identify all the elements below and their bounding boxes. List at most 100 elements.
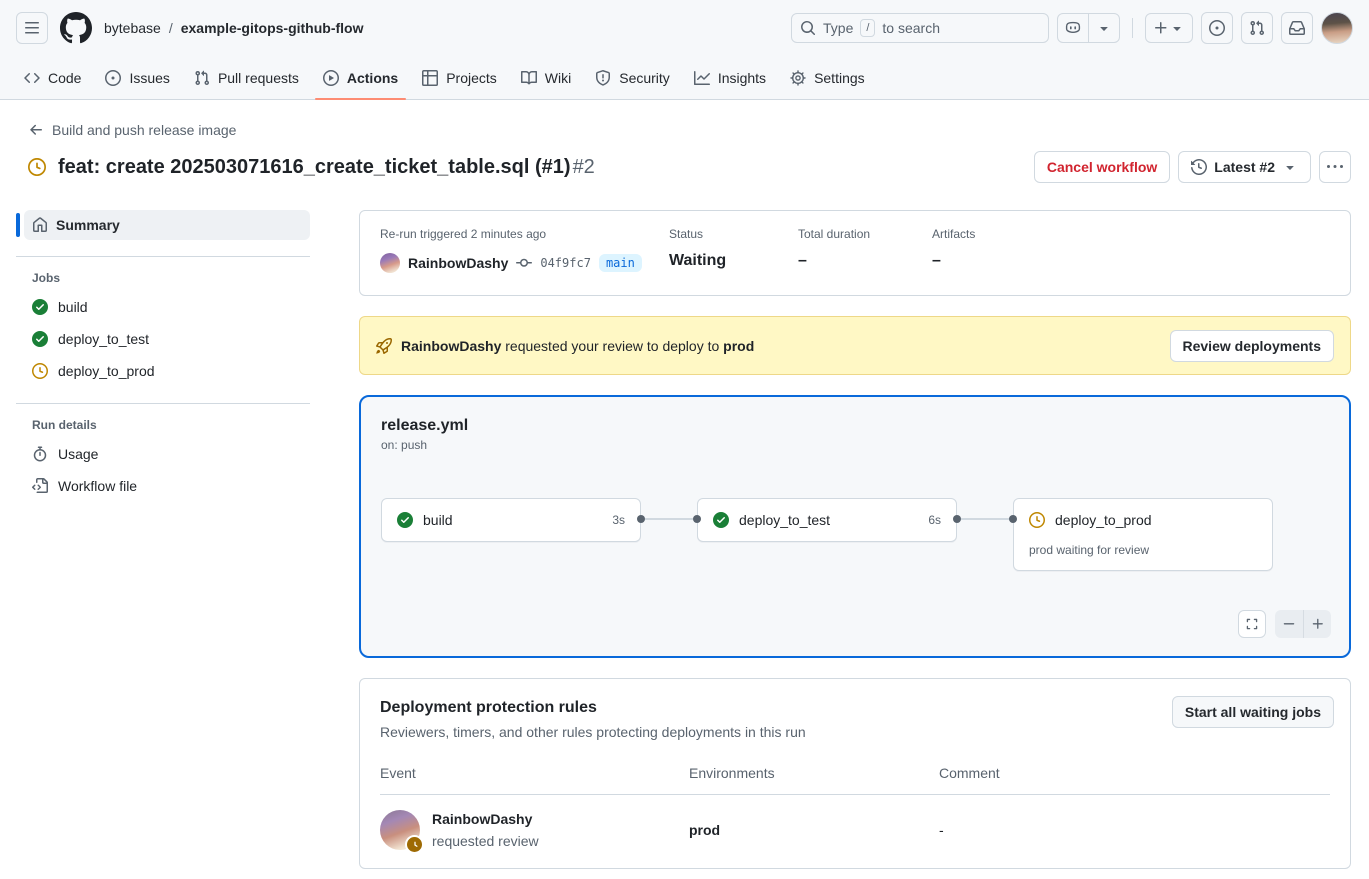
run-details-heading: Run details [16,418,310,432]
screen-full-icon [1245,617,1259,631]
column-header-environments: Environments [689,765,939,781]
notifications-button[interactable] [1281,12,1313,44]
tab-wiki[interactable]: Wiki [513,56,579,100]
environment-cell: prod [689,822,939,838]
tab-security[interactable]: Security [587,56,678,100]
active-indicator-bar [16,213,20,237]
connector-dot [953,515,961,523]
back-link[interactable]: Build and push release image [28,122,236,138]
run-title-group: feat: create 202503071616_create_ticket_… [28,156,595,179]
more-options-button[interactable] [1319,151,1351,183]
tab-code[interactable]: Code [16,56,89,100]
hamburger-menu-button[interactable] [16,12,48,44]
tab-actions[interactable]: Actions [315,56,406,100]
trigger-actor-row: RainbowDashy 04f9fc7 main [380,253,669,273]
user-avatar[interactable] [1321,12,1353,44]
graph-icon [694,70,710,86]
tab-label: Wiki [545,70,571,86]
banner-actor-link[interactable]: RainbowDashy [401,338,501,354]
issue-opened-icon [105,70,121,86]
reviewer-avatar[interactable] [380,810,420,850]
sidebar-item-summary[interactable]: Summary [24,210,310,240]
code-icon [24,70,40,86]
tab-settings[interactable]: Settings [782,56,873,100]
sidebar-item-workflow-file[interactable]: Workflow file [16,470,310,502]
cancel-workflow-button[interactable]: Cancel workflow [1034,151,1170,183]
sidebar-job-deploy-to-test[interactable]: deploy_to_test [16,323,310,355]
success-icon [713,512,729,528]
search-placeholder-prefix: Type [823,20,853,36]
content-layout: Summary Jobs build deploy_to_test deploy… [0,183,1369,869]
latest-run-button[interactable]: Latest #2 [1178,151,1311,183]
run-actions: Cancel workflow Latest #2 [1034,151,1351,183]
shield-icon [595,70,611,86]
connector-line [961,518,1009,520]
actor-avatar[interactable] [380,253,400,273]
success-icon [397,512,413,528]
zoom-out-button[interactable] [1275,610,1303,638]
rocket-icon [376,338,392,354]
sidebar-item-usage[interactable]: Usage [16,438,310,470]
github-logo-icon[interactable] [60,12,92,44]
artifacts-label: Artifacts [932,227,975,241]
zoom-controls [1275,610,1331,638]
tab-insights[interactable]: Insights [686,56,774,100]
zoom-in-button[interactable] [1303,610,1331,638]
branch-badge[interactable]: main [599,254,642,272]
actor-link[interactable]: RainbowDashy [408,255,508,271]
deployment-protection-card: Deployment protection rules Reviewers, t… [359,678,1351,869]
artifacts-value: – [932,252,975,270]
create-new-button[interactable] [1145,13,1193,43]
copilot-split-button [1057,13,1120,43]
graph-node-deploy-to-prod[interactable]: deploy_to_prod prod waiting for review [1013,498,1273,571]
event-cell: RainbowDashy requested review [380,810,689,850]
breadcrumb-repo-link[interactable]: example-gitops-github-flow [181,20,364,36]
success-icon [32,299,48,315]
node-duration: 3s [612,513,625,527]
job-name: build [58,299,88,315]
review-deployments-button[interactable]: Review deployments [1170,330,1335,362]
success-icon [32,331,48,347]
start-all-waiting-jobs-button[interactable]: Start all waiting jobs [1172,696,1334,728]
header-divider [1132,18,1133,38]
table-header-row: Event Environments Comment [380,765,1330,795]
status-value: Waiting [669,252,798,270]
copilot-dropdown-button[interactable] [1088,14,1119,42]
tab-label: Projects [446,70,497,86]
plus-icon [1311,617,1325,631]
event-description: requested review [432,833,539,849]
sidebar-divider [16,256,310,257]
copilot-button[interactable] [1058,14,1088,42]
issues-header-button[interactable] [1201,12,1233,44]
fullscreen-button[interactable] [1238,610,1266,638]
plus-segment[interactable] [1146,14,1192,42]
global-header: bytebase / example-gitops-github-flow Ty… [0,0,1369,56]
graph-node-deploy-to-test[interactable]: deploy_to_test 6s [697,498,957,542]
run-sidebar: Summary Jobs build deploy_to_test deploy… [16,210,310,502]
arrow-left-icon [28,122,44,138]
repo-nav: Code Issues Pull requests Actions Projec… [0,56,1369,100]
tab-pull-requests[interactable]: Pull requests [186,56,307,100]
tab-label: Code [48,70,81,86]
kebab-icon [1327,159,1343,175]
trigger-info: Re-run triggered 2 minutes ago RainbowDa… [380,227,669,273]
chevron-down-icon [1096,20,1112,36]
table-icon [422,70,438,86]
breadcrumb-org-link[interactable]: bytebase [104,20,161,36]
table-row: RainbowDashy requested review prod - [380,795,1330,866]
reviewer-name-link[interactable]: RainbowDashy [432,811,532,827]
sidebar-job-deploy-to-prod[interactable]: deploy_to_prod [16,355,310,387]
job-name: deploy_to_test [58,331,149,347]
tab-label: Actions [347,70,398,86]
commit-sha-link[interactable]: 04f9fc7 [540,256,591,270]
search-input[interactable]: Type / to search [791,13,1049,43]
pull-requests-header-button[interactable] [1241,12,1273,44]
sidebar-job-build[interactable]: build [16,291,310,323]
minus-icon [1282,617,1296,631]
run-status-card: Re-run triggered 2 minutes ago RainbowDa… [359,210,1351,296]
book-icon [521,70,537,86]
graph-node-build[interactable]: build 3s [381,498,641,542]
tab-issues[interactable]: Issues [97,56,177,100]
tab-projects[interactable]: Projects [414,56,505,100]
graph-connector [957,515,1013,523]
